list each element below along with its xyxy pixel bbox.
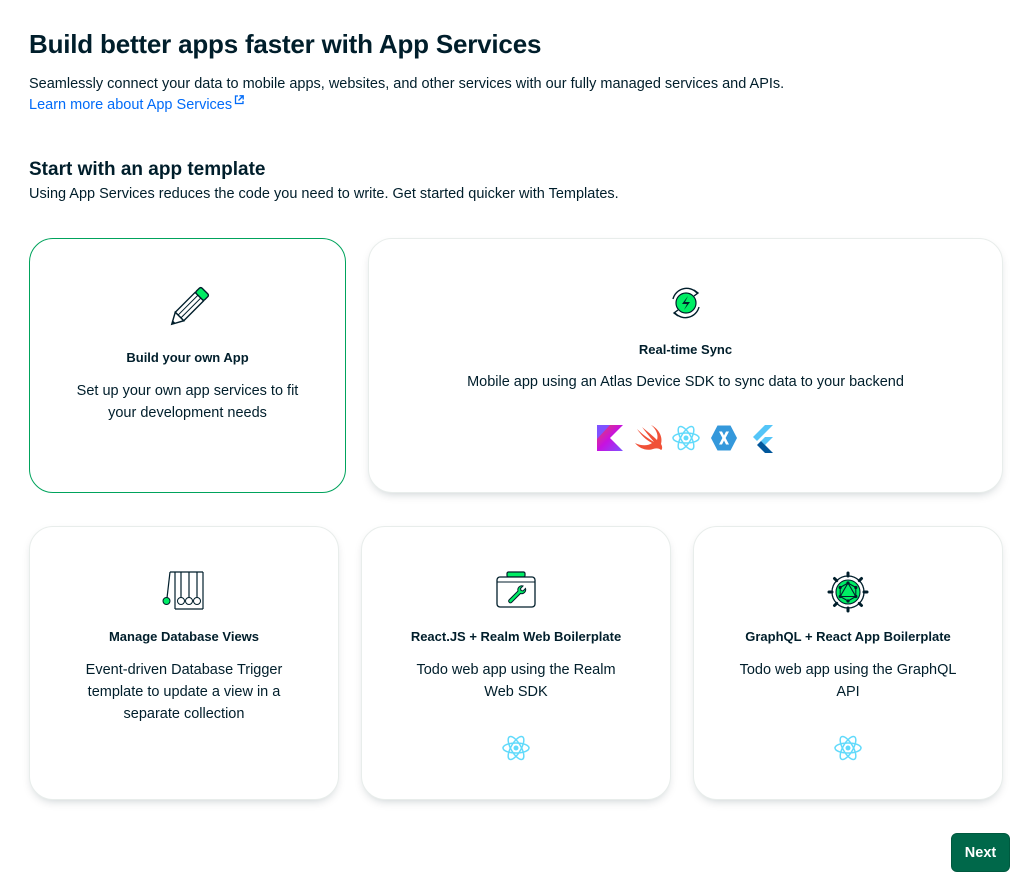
card-title: React.JS + Realm Web Boilerplate xyxy=(410,629,622,644)
page-title: Build better apps faster with App Servic… xyxy=(29,29,542,59)
template-card-manage-database-views[interactable]: Manage Database Views Event-driven Datab… xyxy=(29,526,339,800)
flutter-icon xyxy=(752,425,773,453)
learn-more-label: Learn more about App Services xyxy=(29,97,233,113)
react-icon xyxy=(502,735,530,761)
toolbox-icon xyxy=(362,570,670,610)
sdk-icons xyxy=(362,733,670,763)
card-description: Event-driven Database Trigger template t… xyxy=(85,662,283,722)
template-card-real-time-sync[interactable]: Real-time Sync Mobile app using an Atlas… xyxy=(368,238,1003,493)
card-description: Set up your own app services to fit your… xyxy=(76,383,299,421)
card-description: Todo web app using the GraphQL API xyxy=(739,662,957,700)
page-subtitle: Seamlessly connect your data to mobile a… xyxy=(29,76,785,92)
react-icon xyxy=(834,735,862,761)
sdk-icons xyxy=(694,733,1002,763)
section-title: Start with an app template xyxy=(29,159,266,180)
next-button[interactable]: Next xyxy=(951,833,1010,872)
pencil-icon xyxy=(30,285,345,331)
swift-icon xyxy=(634,425,662,450)
react-icon xyxy=(671,425,700,451)
template-card-build-own-app[interactable]: Build your own App Set up your own app s… xyxy=(29,238,346,493)
card-title: Build your own App xyxy=(126,350,249,365)
card-description: Mobile app using an Atlas Device SDK to … xyxy=(467,374,904,390)
template-card-react-realm-web[interactable]: React.JS + Realm Web Boilerplate Todo we… xyxy=(361,526,671,800)
xamarin-icon xyxy=(710,425,737,451)
external-link-icon xyxy=(234,95,244,105)
kotlin-icon xyxy=(596,425,623,451)
learn-more-link[interactable]: Learn more about App Services xyxy=(29,95,244,113)
sdk-icons xyxy=(369,423,1002,453)
card-title: GraphQL + React App Boilerplate xyxy=(745,629,951,644)
section-subtitle: Using App Services reduces the code you … xyxy=(29,186,619,202)
graphql-gear-icon xyxy=(694,571,1002,613)
template-card-graphql-react[interactable]: GraphQL + React App Boilerplate Todo web… xyxy=(693,526,1003,800)
card-title: Real-time Sync xyxy=(638,342,733,357)
newtons-cradle-icon xyxy=(30,570,338,612)
sync-icon xyxy=(369,283,1002,323)
card-title: Manage Database Views xyxy=(108,629,260,644)
card-description: Todo web app using the Realm Web SDK xyxy=(416,662,616,700)
